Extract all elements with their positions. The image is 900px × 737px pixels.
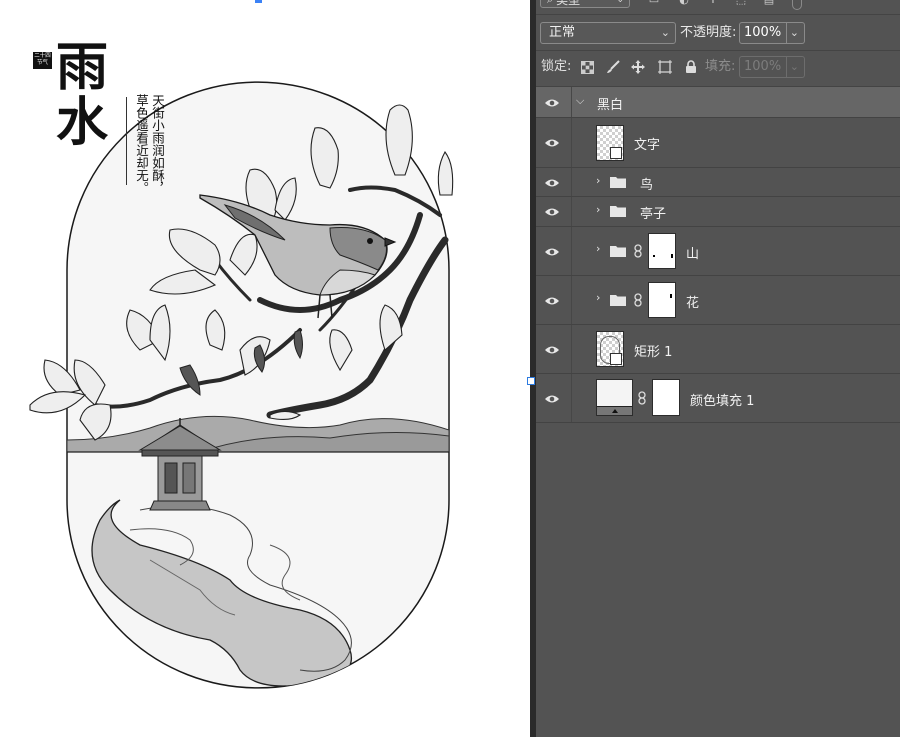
folder-icon: [610, 206, 626, 217]
poem-divider: [126, 97, 127, 185]
layer-row-color-fill[interactable]: 颜色填充 1: [530, 374, 900, 423]
column-divider: [571, 168, 572, 196]
poem-line-2: 草色遥看近却无。: [134, 94, 149, 194]
layer-row-group-flower[interactable]: › 花: [530, 276, 900, 325]
panel-edge: [530, 0, 536, 737]
smart-object-filter-icon[interactable]: ▤: [763, 0, 775, 6]
column-divider: [571, 197, 572, 226]
adjustment-filter-icon[interactable]: ◐: [678, 0, 690, 6]
title-char-1: 雨: [56, 37, 109, 98]
layer-kind-filter[interactable]: ⌕ 类型 ⌄: [540, 0, 630, 8]
lock-all-icon[interactable]: [682, 58, 700, 76]
fill-thumbnail: [596, 379, 633, 416]
opacity-input[interactable]: 100%: [739, 22, 787, 44]
layer-name: 矩形 1: [634, 345, 673, 360]
opacity-label: 不透明度:: [680, 25, 737, 40]
lock-position-icon[interactable]: [629, 58, 647, 76]
column-divider: [571, 118, 572, 167]
layer-name: 颜色填充 1: [690, 394, 755, 409]
shape-badge-icon: [610, 353, 622, 365]
visibility-eye-icon[interactable]: [544, 295, 560, 307]
visibility-eye-icon[interactable]: [544, 177, 560, 189]
layer-thumbnail: [596, 125, 624, 161]
layer-kind-label: 类型: [556, 0, 581, 7]
title-char-2: 水: [56, 92, 109, 153]
column-divider: [571, 87, 572, 117]
solar-term-seal: 二十四 节气: [33, 52, 52, 69]
folder-icon: [610, 295, 626, 306]
opacity-dropdown-button[interactable]: ⌄: [787, 22, 805, 44]
smart-object-badge-icon: [610, 147, 622, 159]
layer-mask-thumbnail[interactable]: [652, 379, 680, 416]
visibility-eye-icon[interactable]: [544, 137, 560, 149]
seal-line-1: 二十四: [34, 53, 51, 59]
layer-thumbnail: [596, 331, 624, 367]
blend-mode-value: 正常: [549, 25, 576, 40]
document-canvas[interactable]: 二十四 节气 雨 水 天街小雨润如酥， 草色遥看近却无。: [0, 0, 530, 737]
visibility-eye-icon[interactable]: [544, 246, 560, 258]
chevron-down-icon[interactable]: ⌵: [576, 94, 584, 108]
column-divider: [571, 325, 572, 373]
poem-line-1: 天街小雨润如酥，: [150, 94, 165, 194]
divider: [530, 14, 900, 15]
chevron-right-icon[interactable]: ›: [596, 203, 600, 216]
column-divider: [571, 227, 572, 275]
lock-transparent-pixels-icon[interactable]: [578, 58, 596, 76]
chevron-down-icon: ⌄: [789, 26, 799, 39]
folder-icon: [610, 177, 626, 188]
chevron-right-icon[interactable]: ›: [596, 291, 600, 304]
lock-image-pixels-icon[interactable]: [604, 58, 622, 76]
fill-dropdown-button[interactable]: ⌄: [787, 56, 805, 78]
type-filter-icon[interactable]: T: [707, 0, 719, 6]
fill-input[interactable]: 100%: [739, 56, 787, 78]
mask-link-icon[interactable]: [634, 244, 642, 258]
layer-name: 亭子: [640, 207, 667, 222]
folder-icon: [610, 246, 626, 257]
seal-line-2: 节气: [36, 60, 48, 66]
layer-mask-thumbnail[interactable]: [648, 233, 676, 269]
column-divider: [571, 374, 572, 422]
layer-row-group-bird[interactable]: › 鸟: [530, 168, 900, 197]
chevron-right-icon[interactable]: ›: [596, 174, 600, 187]
layer-row-group-mountain[interactable]: › 山: [530, 227, 900, 276]
layer-row-text[interactable]: 文字: [530, 118, 900, 168]
visibility-eye-icon[interactable]: [544, 206, 560, 218]
pixel-filter-icon[interactable]: ▭: [648, 0, 660, 6]
layer-mask-thumbnail[interactable]: [648, 282, 676, 318]
fill-label: 填充:: [705, 59, 736, 74]
blend-mode-select[interactable]: 正常 ⌄: [540, 22, 676, 44]
layer-name: 花: [686, 296, 700, 311]
lock-artboard-icon[interactable]: [656, 58, 674, 76]
layer-name: 黑白: [597, 98, 624, 113]
layer-row-group-bw[interactable]: ⌵ 黑白: [530, 87, 900, 118]
layer-name: 鸟: [640, 178, 654, 193]
visibility-eye-icon[interactable]: [544, 344, 560, 356]
chevron-updown-icon: ⌄: [616, 0, 624, 5]
layer-name: 文字: [634, 138, 661, 153]
chevron-down-icon: ⌄: [660, 26, 670, 39]
layer-row-group-pavilion[interactable]: › 亭子: [530, 197, 900, 227]
layer-row-rectangle[interactable]: 矩形 1: [530, 325, 900, 374]
chevron-right-icon[interactable]: ›: [596, 242, 600, 255]
mask-link-icon[interactable]: [634, 293, 642, 307]
layers-panel: ⌕ 类型 ⌄ ▭ ◐ T ⬚ ▤ 正常 ⌄ 不透明度: 100% ⌄ 锁定: 填…: [530, 0, 900, 737]
filter-toggle[interactable]: [792, 0, 802, 10]
transform-handle[interactable]: [527, 377, 535, 385]
search-icon: ⌕: [547, 0, 553, 7]
chevron-down-icon: ⌄: [789, 60, 799, 73]
shape-filter-icon[interactable]: ⬚: [735, 0, 747, 6]
layer-name: 山: [686, 247, 700, 262]
mask-link-icon[interactable]: [638, 391, 646, 405]
column-divider: [571, 276, 572, 324]
visibility-eye-icon[interactable]: [544, 393, 560, 405]
divider: [530, 50, 900, 51]
visibility-eye-icon[interactable]: [544, 97, 560, 109]
lock-label: 锁定:: [541, 59, 572, 74]
